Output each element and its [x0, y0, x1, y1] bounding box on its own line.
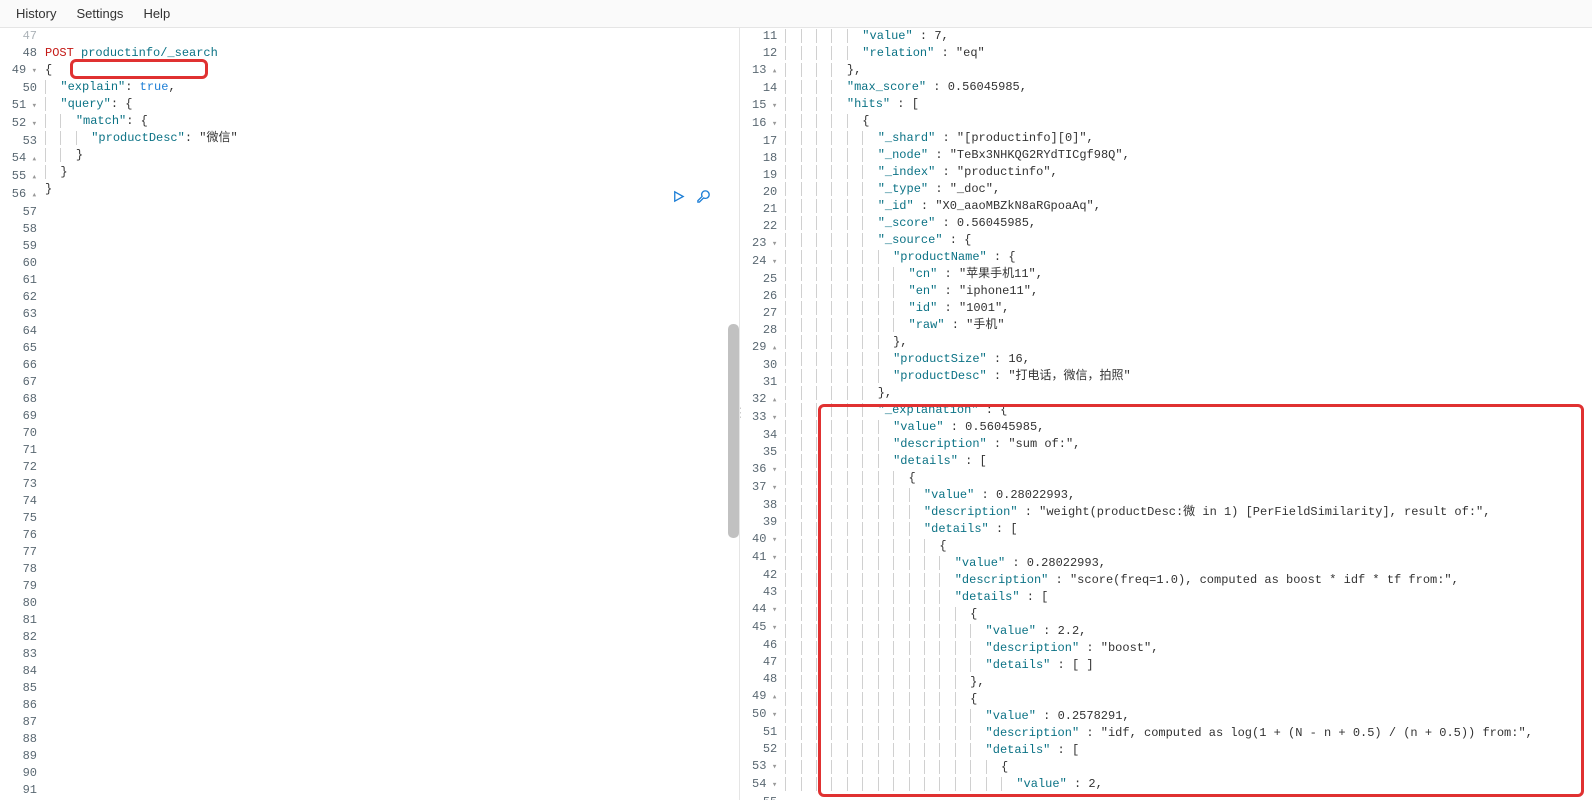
menubar: History Settings Help — [0, 0, 1592, 28]
response-code[interactable]: "value" : 7, "relation" : "eq" }, "max_s… — [785, 28, 1592, 793]
request-editor-pane: 474849 ▾5051 ▾52 ▾5354 ▴55 ▴56 ▴57585960… — [0, 28, 740, 800]
line-gutter-right: 111213 ▴1415 ▾16 ▾17181920212223 ▾24 ▾25… — [740, 28, 785, 800]
scrollbar-thumb[interactable] — [728, 324, 739, 538]
menu-history[interactable]: History — [16, 6, 56, 21]
run-icon[interactable] — [671, 189, 686, 207]
line-gutter-left: 474849 ▾5051 ▾52 ▾5354 ▴55 ▴56 ▴57585960… — [0, 28, 45, 800]
menu-help[interactable]: Help — [143, 6, 170, 21]
pane-drag-handle[interactable]: ⋮ — [740, 405, 744, 421]
menu-settings[interactable]: Settings — [76, 6, 123, 21]
request-code[interactable]: POST productinfo/_search{ "explain": tru… — [45, 28, 739, 800]
response-pane: ⋮ 111213 ▴1415 ▾16 ▾17181920212223 ▾24 ▾… — [740, 28, 1592, 800]
wrench-icon[interactable] — [696, 189, 711, 207]
request-actions — [671, 189, 711, 207]
main-split: 474849 ▾5051 ▾52 ▾5354 ▴55 ▴56 ▴57585960… — [0, 28, 1592, 800]
